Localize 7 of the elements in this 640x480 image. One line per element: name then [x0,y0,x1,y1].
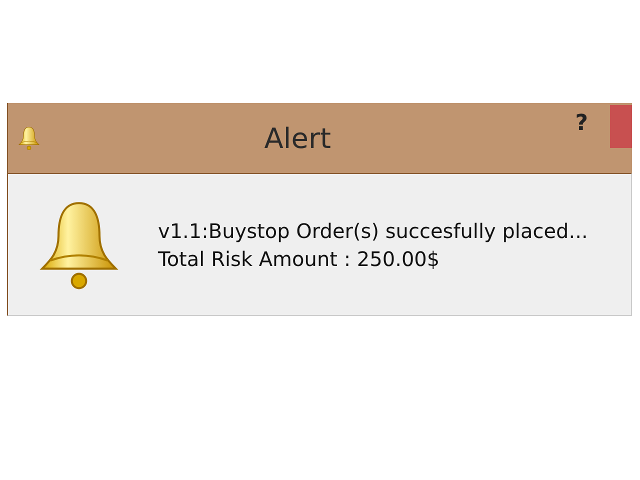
message-text: v1.1:Buystop Order(s) succesfully placed... [158,218,588,242]
help-button[interactable]: ? [575,111,588,136]
message-text: Total Risk Amount : 250.00$ [158,246,441,270]
bell-icon [18,126,40,150]
close-button[interactable] [610,105,632,148]
bell-icon [38,199,120,290]
window-title: Alert [263,122,332,154]
